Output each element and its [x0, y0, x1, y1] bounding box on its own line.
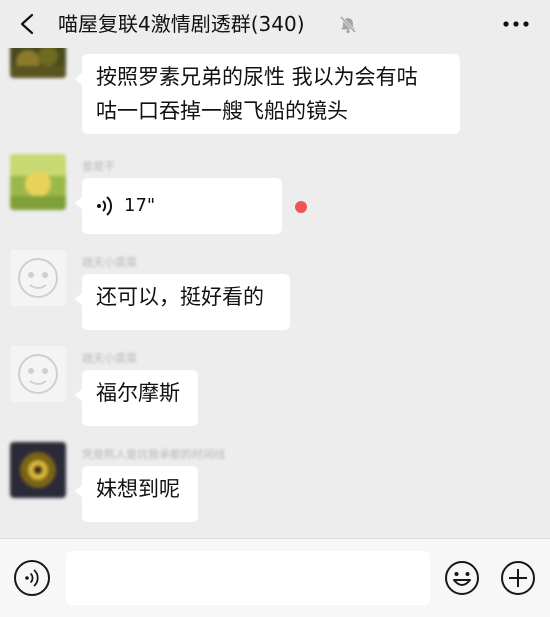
message-bubble[interactable]: 妹想到呢	[75, 466, 198, 522]
avatar[interactable]	[10, 346, 66, 402]
back-button[interactable]	[14, 10, 42, 38]
input-bar	[0, 538, 550, 617]
voice-message-bubble[interactable]: 17"	[75, 178, 282, 234]
avatar[interactable]	[10, 48, 66, 78]
avatar[interactable]	[10, 442, 66, 498]
message-line: 咕一口吞掉一艘飞船的镜头	[96, 99, 348, 123]
avatar[interactable]	[10, 154, 66, 210]
voice-input-button[interactable]	[14, 560, 50, 596]
message-bubble[interactable]: 按照罗素兄弟的尿性 我以为会有咕 咕一口吞掉一艘飞船的镜头	[75, 54, 460, 134]
sender-name: 昔是不	[82, 160, 115, 173]
chevron-left-icon	[20, 13, 34, 35]
chat-title: 喵屋复联4激情剧透群(340)	[58, 12, 305, 36]
voice-duration: 17"	[124, 195, 156, 216]
message-bubble[interactable]: 福尔摩斯	[75, 370, 198, 426]
sender-name: 凭是熊人是坑我承都的时间线	[82, 448, 225, 461]
message-line: 还可以，挺好看的	[96, 285, 264, 309]
message-input[interactable]	[66, 551, 430, 605]
more-dots-icon	[503, 21, 529, 27]
message-line: 福尔摩斯	[96, 381, 180, 405]
voice-input-icon	[25, 569, 39, 587]
chat-header: 喵屋复联4激情剧透群(340)	[0, 0, 550, 48]
sender-name: 疏天小菜菜	[82, 256, 137, 269]
unread-indicator	[295, 201, 307, 213]
emoji-icon[interactable]	[444, 560, 480, 596]
message-bubble[interactable]: 还可以，挺好看的	[75, 274, 290, 330]
avatar[interactable]	[10, 250, 66, 306]
message-line: 妹想到呢	[96, 477, 180, 501]
bell-off-icon	[339, 15, 357, 34]
more-button[interactable]	[502, 12, 530, 36]
message-list[interactable]: 按照罗素兄弟的尿性 我以为会有咕 咕一口吞掉一艘飞船的镜头 昔是不 17" 疏天…	[0, 48, 550, 538]
message-line: 按照罗素兄弟的尿性 我以为会有咕	[96, 65, 418, 89]
sender-name: 疏天小菜菜	[82, 352, 137, 365]
plus-icon[interactable]	[500, 560, 536, 596]
voice-wave-icon	[97, 196, 113, 216]
